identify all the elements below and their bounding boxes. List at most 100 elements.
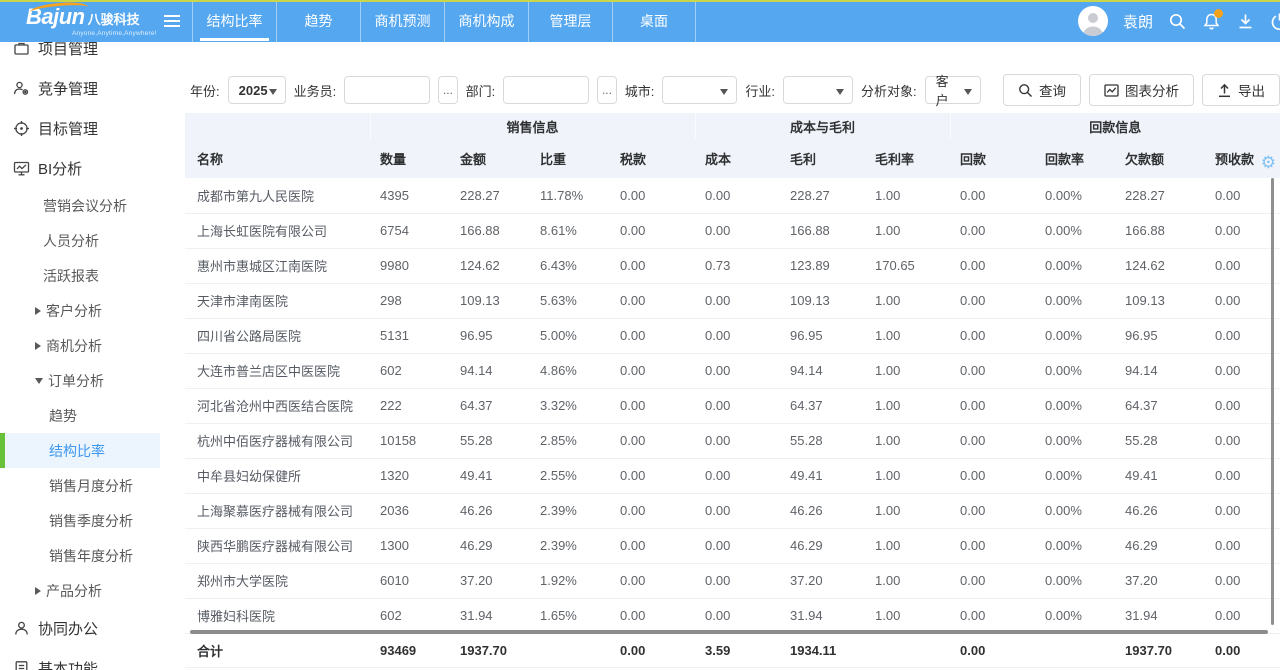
- nav-tab-4[interactable]: 管理层: [528, 0, 612, 42]
- nav-tab-3[interactable]: 商机构成: [444, 0, 528, 42]
- table-cell: 0.00: [950, 598, 1035, 633]
- table-cell: 0.00: [950, 563, 1035, 598]
- table-cell: 0.00: [950, 178, 1035, 213]
- sidebar-item-1[interactable]: 竞争管理: [0, 68, 160, 108]
- column-header[interactable]: 名称: [185, 139, 370, 178]
- table-row[interactable]: 上海聚慕医疗器械有限公司203646.262.39%0.000.0046.261…: [185, 493, 1280, 528]
- sidebar-item-8[interactable]: 商机分析: [0, 328, 160, 363]
- analysis-target-label: 分析对象:: [861, 81, 917, 100]
- sidebar-item-16[interactable]: 协同办公: [0, 608, 160, 648]
- table-vertical-scrollbar[interactable]: [1271, 178, 1274, 625]
- nav-tab-0[interactable]: 结构比率: [192, 0, 276, 42]
- hamburger-menu-icon[interactable]: [164, 0, 190, 42]
- sidebar-item-6[interactable]: 活跃报表: [0, 258, 160, 293]
- table-cell: 0.00: [695, 458, 780, 493]
- column-header[interactable]: 税款: [610, 139, 695, 178]
- table-cell: 成都市第九人民医院: [185, 178, 370, 213]
- sidebar-item-13[interactable]: 销售季度分析: [0, 503, 160, 538]
- avatar[interactable]: [1078, 6, 1108, 36]
- table-cell: 河北省沧州中西医结合医院: [185, 388, 370, 423]
- sidebar-item-0[interactable]: 项目管理: [0, 42, 160, 68]
- column-settings-gear-icon[interactable]: ⚙: [1261, 154, 1276, 171]
- sidebar-item-10[interactable]: 趋势: [0, 398, 160, 433]
- column-header[interactable]: 成本: [695, 139, 780, 178]
- sidebar-item-9[interactable]: 订单分析: [0, 363, 160, 398]
- table-cell: 天津市津南医院: [185, 283, 370, 318]
- sidebar-item-5[interactable]: 人员分析: [0, 223, 160, 258]
- nav-tab-5[interactable]: 桌面: [612, 0, 696, 42]
- user-name[interactable]: 袁朗: [1123, 11, 1153, 32]
- sidebar-item-label: 商机分析: [46, 336, 102, 356]
- download-icon[interactable]: [1236, 12, 1255, 31]
- table-cell: 109.13: [1115, 283, 1205, 318]
- table-row[interactable]: 杭州中佰医疗器械有限公司1015855.282.85%0.000.0055.28…: [185, 423, 1280, 458]
- table-cell: 0.00: [695, 283, 780, 318]
- table-cell: 0.00%: [1035, 458, 1115, 493]
- power-icon[interactable]: [1270, 12, 1280, 31]
- sidebar-item-11[interactable]: 结构比率: [0, 433, 160, 468]
- export-button[interactable]: 导出: [1202, 74, 1280, 106]
- table-row[interactable]: 上海长虹医院有限公司6754166.888.61%0.000.00166.881…: [185, 213, 1280, 248]
- city-select[interactable]: [662, 76, 737, 104]
- table-row[interactable]: 惠州市惠城区江南医院9980124.626.43%0.000.73123.891…: [185, 248, 1280, 283]
- salesman-input[interactable]: [344, 76, 430, 104]
- analysis-target-select[interactable]: 客户: [925, 76, 981, 104]
- nav-tab-2[interactable]: 商机预测: [360, 0, 444, 42]
- bi-chart-icon: [13, 160, 30, 177]
- chart-analysis-button[interactable]: 图表分析: [1089, 74, 1194, 106]
- sidebar-item-2[interactable]: 目标管理: [0, 108, 160, 148]
- table-cell: 166.88: [1115, 213, 1205, 248]
- column-header[interactable]: 数量: [370, 139, 450, 178]
- table-cell: 1.65%: [530, 598, 610, 633]
- column-header[interactable]: 回款率: [1035, 139, 1115, 178]
- sidebar-item-4[interactable]: 营销会议分析: [0, 188, 160, 223]
- table-row[interactable]: 成都市第九人民医院4395228.2711.78%0.000.00228.271…: [185, 178, 1280, 213]
- table-cell: 298: [370, 283, 450, 318]
- table-row[interactable]: 河北省沧州中西医结合医院22264.373.32%0.000.0064.371.…: [185, 388, 1280, 423]
- sidebar-item-label: 营销会议分析: [43, 196, 127, 216]
- table-row[interactable]: 四川省公路局医院513196.955.00%0.000.0096.951.000…: [185, 318, 1280, 353]
- column-header[interactable]: 比重: [530, 139, 610, 178]
- query-button[interactable]: 查询: [1003, 74, 1081, 106]
- total-cell: [1035, 633, 1115, 667]
- search-icon[interactable]: [1168, 12, 1187, 31]
- table-row[interactable]: 郑州市大学医院601037.201.92%0.000.0037.201.000.…: [185, 563, 1280, 598]
- table-cell: 1.00: [865, 388, 950, 423]
- column-header[interactable]: 回款: [950, 139, 1035, 178]
- table-cell: 0.00: [1205, 563, 1280, 598]
- bell-icon[interactable]: [1202, 12, 1221, 31]
- department-input[interactable]: [503, 76, 589, 104]
- table-cell: 四川省公路局医院: [185, 318, 370, 353]
- table-cell: 0.00: [695, 423, 780, 458]
- table-cell: 46.26: [1115, 493, 1205, 528]
- table-cell: 602: [370, 598, 450, 633]
- table-cell: 37.20: [780, 563, 865, 598]
- table-cell: 上海长虹医院有限公司: [185, 213, 370, 248]
- sidebar-item-12[interactable]: 销售月度分析: [0, 468, 160, 503]
- table-row[interactable]: 大连市普兰店区中医医院60294.144.86%0.000.0094.141.0…: [185, 353, 1280, 388]
- column-header[interactable]: 毛利率: [865, 139, 950, 178]
- sidebar-item-14[interactable]: 销售年度分析: [0, 538, 160, 573]
- table-cell: 0.00: [695, 528, 780, 563]
- app-logo[interactable]: Bajun 八骏科技 Anyone,Anytime,Anywhere!: [0, 0, 160, 42]
- sidebar-item-17[interactable]: 基本功能: [0, 648, 160, 670]
- table-horizontal-scrollbar[interactable]: [190, 630, 1268, 634]
- table-row[interactable]: 陕西华鹏医疗器械有限公司130046.292.39%0.000.0046.291…: [185, 528, 1280, 563]
- column-header[interactable]: 毛利: [780, 139, 865, 178]
- sidebar-item-7[interactable]: 客户分析: [0, 293, 160, 328]
- column-header[interactable]: 欠款额: [1115, 139, 1205, 178]
- salesman-picker-button[interactable]: ...: [438, 76, 457, 104]
- department-picker-button[interactable]: ...: [597, 76, 616, 104]
- year-select[interactable]: 2025: [228, 76, 286, 104]
- column-header[interactable]: 金额: [450, 139, 530, 178]
- table-cell: 4395: [370, 178, 450, 213]
- table-row[interactable]: 天津市津南医院298109.135.63%0.000.00109.131.000…: [185, 283, 1280, 318]
- table-total-row: 合计934691937.700.003.591934.110.001937.70…: [185, 633, 1280, 667]
- sidebar-item-15[interactable]: 产品分析: [0, 573, 160, 608]
- nav-tab-1[interactable]: 趋势: [276, 0, 360, 42]
- table-cell: 0.00%: [1035, 283, 1115, 318]
- industry-select[interactable]: [783, 76, 853, 104]
- table-row[interactable]: 中牟县妇幼保健所132049.412.55%0.000.0049.411.000…: [185, 458, 1280, 493]
- table-row[interactable]: 博雅妇科医院60231.941.65%0.000.0031.941.000.00…: [185, 598, 1280, 633]
- sidebar-item-3[interactable]: BI分析: [0, 148, 160, 188]
